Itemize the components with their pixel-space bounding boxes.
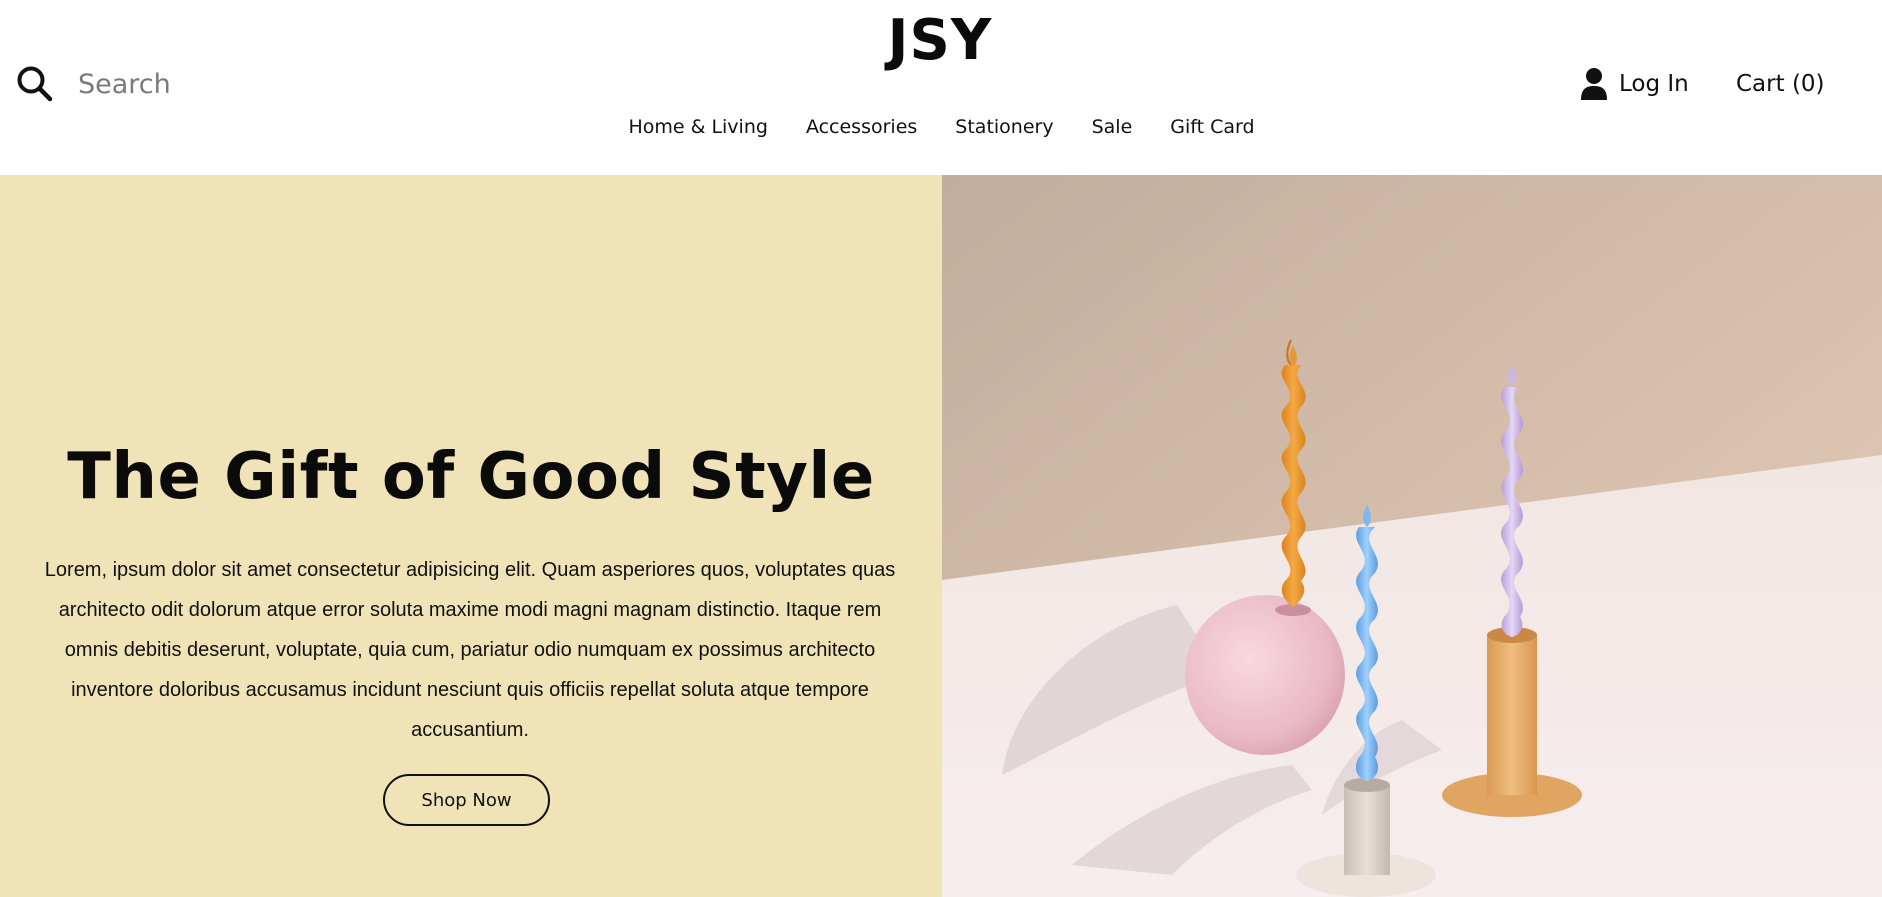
nav-item-sale[interactable]: Sale <box>1092 116 1133 138</box>
hero-description: Lorem, ipsum dolor sit amet consectetur … <box>44 559 896 741</box>
hero-title: The Gift of Good Style <box>67 440 875 514</box>
shop-now-button[interactable]: Shop Now <box>383 774 550 826</box>
nav-item-accessories[interactable]: Accessories <box>806 116 917 138</box>
nav-item-stationery[interactable]: Stationery <box>955 116 1053 138</box>
hero-image <box>942 175 1882 897</box>
login-label: Log In <box>1619 71 1689 97</box>
search-bar <box>16 64 398 104</box>
twisted-candles-illustration <box>942 175 1882 897</box>
login-link[interactable]: Log In <box>1580 64 1689 104</box>
site-header: JSY Log In Cart (0) Home & Living Access… <box>0 0 1882 175</box>
cart-label: Cart (0) <box>1736 71 1825 97</box>
nav-item-home-living[interactable]: Home & Living <box>628 116 768 138</box>
search-icon[interactable] <box>16 65 54 103</box>
main-nav: Home & Living Accessories Stationery Sal… <box>0 116 1882 138</box>
search-input[interactable] <box>78 68 398 100</box>
nav-item-gift-card[interactable]: Gift Card <box>1170 116 1254 138</box>
cart-link[interactable]: Cart (0) <box>1736 64 1825 104</box>
user-icon <box>1580 67 1608 101</box>
